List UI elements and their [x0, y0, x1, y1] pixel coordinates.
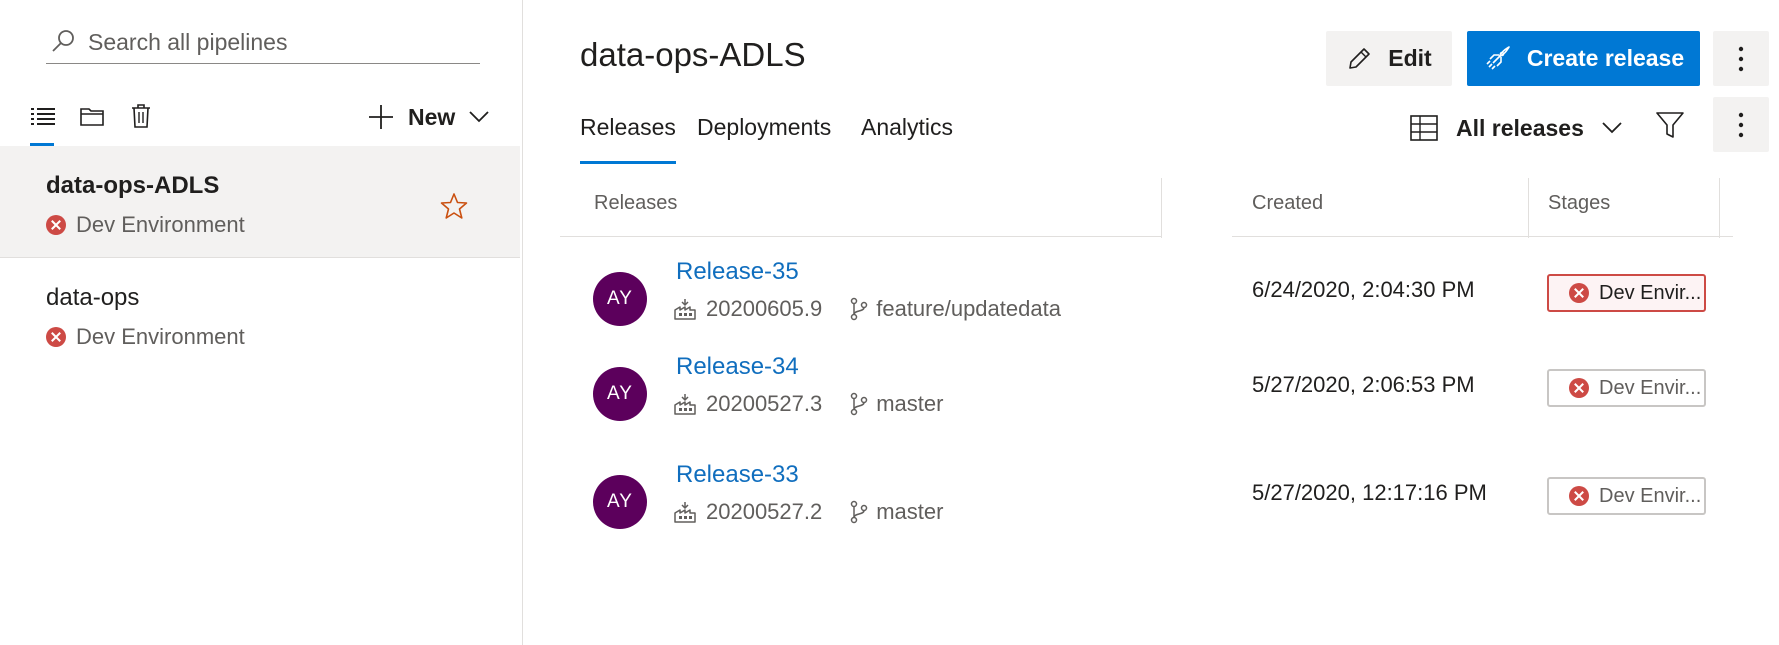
more-actions-button[interactable] [1713, 31, 1769, 86]
created-date: 6/24/2020, 2:04:30 PM [1252, 277, 1475, 302]
pipeline-name: data-ops [46, 284, 140, 311]
release-row[interactable]: AY Release-33 20200527.2 master 5/27/202… [560, 459, 1733, 567]
release-name-link[interactable]: Release-35 [676, 258, 799, 286]
column-divider [1719, 178, 1720, 238]
new-label: New [408, 103, 456, 130]
branch-info: master [850, 499, 943, 525]
column-header-created: Created [1252, 192, 1324, 214]
stage-status-pill[interactable]: Dev Envir... [1547, 477, 1706, 515]
folder-icon[interactable] [78, 102, 106, 130]
error-status-icon [1569, 378, 1589, 398]
tab-releases[interactable]: Releases [580, 114, 676, 164]
pipeline-name: data-ops-ADLS [46, 172, 220, 199]
create-release-button[interactable]: Create release [1467, 31, 1700, 86]
edit-label: Edit [1388, 45, 1432, 71]
rocket-icon [1486, 45, 1510, 70]
header-divider [560, 236, 1162, 237]
release-name-link[interactable]: Release-34 [676, 353, 799, 381]
search-input[interactable] [88, 26, 468, 58]
favorite-star-icon[interactable] [440, 192, 468, 220]
pipeline-status-text: Dev Environment [76, 324, 245, 349]
branch-name: master [876, 391, 944, 416]
branch-icon [850, 297, 868, 321]
release-meta: 20200527.2 master [674, 499, 943, 525]
branch-icon [850, 392, 868, 416]
release-row[interactable]: AY Release-35 20200605.9 feature/updated… [560, 256, 1733, 364]
filter-icon[interactable] [1655, 110, 1685, 140]
sidebar-toolbar: New [0, 96, 523, 146]
error-status-icon [1569, 486, 1589, 506]
pipelines-sidebar: New data-ops-ADLS Dev Environment data-o… [0, 0, 523, 645]
branch-icon [850, 500, 868, 524]
tab-analytics[interactable]: Analytics [861, 114, 953, 141]
created-date: 5/27/2020, 2:06:53 PM [1252, 372, 1475, 397]
release-meta: 20200527.3 master [674, 391, 943, 417]
search-icon [52, 30, 74, 52]
release-name-link[interactable]: Release-33 [676, 461, 799, 489]
list-view-icon[interactable] [29, 102, 57, 146]
page-title: data-ops-ADLS [580, 36, 806, 73]
more-vertical-icon [1738, 112, 1744, 137]
stage-name: Dev Envir... [1599, 484, 1702, 507]
avatar: AY [593, 272, 647, 326]
pencil-icon [1349, 47, 1371, 69]
chevron-down-icon [469, 111, 489, 123]
tab-deployments[interactable]: Deployments [697, 114, 831, 141]
pipeline-status-text: Dev Environment [76, 212, 245, 237]
header-divider [1232, 236, 1733, 237]
error-status-icon [46, 327, 66, 347]
pipeline-search-box[interactable] [46, 22, 480, 64]
edit-button[interactable]: Edit [1326, 31, 1452, 86]
plus-icon [369, 105, 393, 129]
branch-name: feature/updatedata [876, 296, 1061, 321]
chevron-down-icon [1602, 122, 1622, 134]
build-icon [674, 502, 696, 523]
branch-info: master [850, 391, 943, 417]
view-selector[interactable]: All releases [1410, 108, 1622, 148]
branch-info: feature/updatedata [850, 296, 1061, 322]
trash-icon[interactable] [127, 102, 155, 130]
build-number: 20200605.9 [706, 296, 823, 321]
build-number: 20200527.2 [706, 499, 823, 524]
stage-name: Dev Envir... [1599, 281, 1702, 304]
new-pipeline-button[interactable]: New [368, 100, 489, 134]
pipeline-status: Dev Environment [46, 212, 245, 238]
build-number: 20200527.3 [706, 391, 823, 416]
release-meta: 20200605.9 feature/updatedata [674, 296, 1061, 322]
stage-name: Dev Envir... [1599, 376, 1702, 399]
view-selector-label: All releases [1456, 114, 1584, 141]
more-vertical-icon [1738, 46, 1744, 71]
branch-name: master [876, 499, 944, 524]
build-icon [674, 394, 696, 415]
pipeline-item-data-ops-adls[interactable]: data-ops-ADLS Dev Environment [0, 146, 520, 258]
error-status-icon [46, 215, 66, 235]
avatar: AY [593, 475, 647, 529]
error-status-icon [1569, 283, 1589, 303]
releases-table-header: Releases Created Stages [560, 178, 1733, 238]
table-view-icon [1410, 115, 1438, 141]
build-info: 20200605.9 [674, 296, 822, 322]
pipeline-status: Dev Environment [46, 324, 245, 350]
build-info: 20200527.2 [674, 499, 822, 525]
create-release-label: Create release [1526, 45, 1685, 71]
created-date: 5/27/2020, 12:17:16 PM [1252, 480, 1487, 505]
more-view-options-button[interactable] [1713, 97, 1769, 152]
release-row[interactable]: AY Release-34 20200527.3 master 5/27/202… [560, 351, 1733, 459]
column-divider [1161, 178, 1162, 238]
column-divider [1528, 178, 1529, 238]
build-info: 20200527.3 [674, 391, 822, 417]
column-header-releases: Releases [594, 192, 678, 214]
build-icon [674, 299, 696, 320]
avatar: AY [593, 367, 647, 421]
stage-status-pill[interactable]: Dev Envir... [1547, 369, 1706, 407]
column-header-stages: Stages [1548, 192, 1611, 214]
stage-status-pill[interactable]: Dev Envir... [1547, 274, 1706, 312]
pipeline-item-data-ops[interactable]: data-ops Dev Environment [0, 258, 520, 370]
